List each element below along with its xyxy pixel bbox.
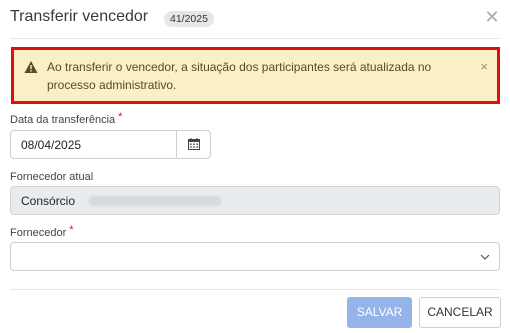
transfer-winner-modal: Transferir vencedor 41/2025 ✕ Ao transfe… <box>0 0 510 333</box>
footer-divider <box>10 289 500 290</box>
transfer-date-field[interactable]: 08/04/2025 <box>10 130 211 159</box>
required-mark: * <box>69 224 74 236</box>
header-divider <box>10 38 500 39</box>
warning-icon <box>24 61 38 73</box>
date-label: Data da transferência * <box>10 111 123 126</box>
save-button[interactable]: SALVAR <box>347 297 412 328</box>
current-supplier-value: Consórcio <box>21 194 76 208</box>
current-supplier-label: Fornecedor atual <box>10 171 94 183</box>
process-number-badge: 41/2025 <box>164 11 214 27</box>
modal-title: Transferir vencedor <box>10 8 149 25</box>
alert-message: Ao transferir o vencedor, a situação dos… <box>47 60 432 92</box>
current-supplier-field: Consórcio <box>10 186 500 215</box>
transfer-date-input[interactable]: 08/04/2025 <box>21 138 81 152</box>
supplier-label: Fornecedor * <box>10 224 74 239</box>
redacted-text <box>89 196 221 206</box>
date-label-text: Data da transferência <box>10 114 116 126</box>
alert-close-icon[interactable]: × <box>480 59 488 74</box>
chevron-down-icon <box>480 254 490 260</box>
cancel-button[interactable]: CANCELAR <box>419 297 501 328</box>
calendar-icon <box>188 138 200 150</box>
modal-header: Transferir vencedor 41/2025 ✕ <box>0 0 510 38</box>
warning-alert: Ao transferir o vencedor, a situação dos… <box>11 47 500 104</box>
supplier-label-text: Fornecedor <box>10 227 67 239</box>
calendar-button[interactable] <box>176 131 210 158</box>
close-icon[interactable]: ✕ <box>484 8 500 26</box>
supplier-select[interactable] <box>10 242 500 271</box>
required-mark: * <box>118 111 123 123</box>
